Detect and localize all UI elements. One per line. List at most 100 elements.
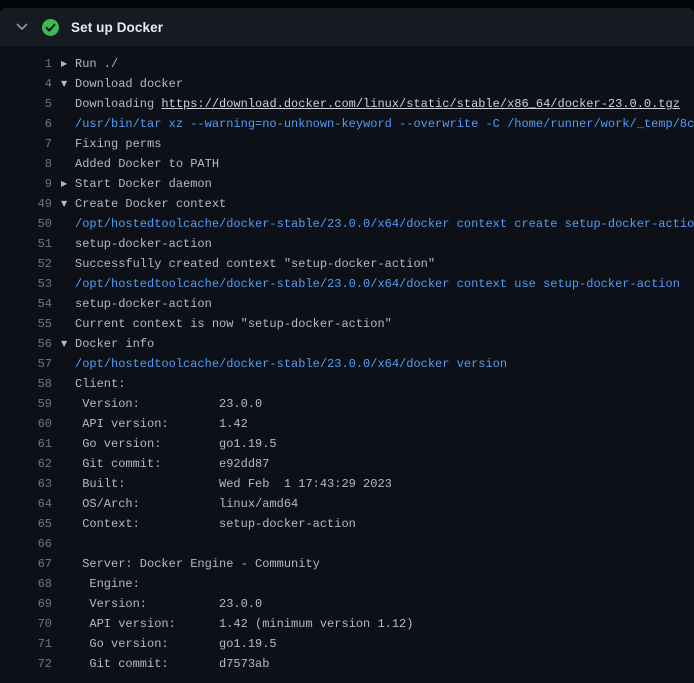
line-number-link[interactable]: 52 (0, 254, 52, 274)
arrow-spacer (61, 414, 75, 434)
chevron-down-icon[interactable]: ▼ (61, 194, 75, 214)
line-number-link[interactable]: 68 (0, 574, 52, 594)
line-number-link[interactable]: 62 (0, 454, 52, 474)
log-line: 60 API version: 1.42 (0, 414, 694, 434)
line-number-link[interactable]: 59 (0, 394, 52, 414)
log-text-segment: Run ./ (75, 57, 118, 71)
line-number-link[interactable]: 60 (0, 414, 52, 434)
log-command-text: /opt/hostedtoolcache/docker-stable/23.0.… (75, 217, 694, 231)
log-text: setup-docker-action (75, 294, 694, 314)
arrow-spacer (61, 514, 75, 534)
log-text-segment: Added Docker to PATH (75, 157, 219, 171)
log-line: 7Fixing perms (0, 134, 694, 154)
log-text: /usr/bin/tar xz --warning=no-unknown-key… (75, 114, 694, 134)
log-line: 70 API version: 1.42 (minimum version 1.… (0, 614, 694, 634)
line-number-link[interactable]: 58 (0, 374, 52, 394)
log-group-line[interactable]: 56 ▼Docker info (0, 334, 694, 354)
log-group-line[interactable]: 9 ▶Start Docker daemon (0, 174, 694, 194)
line-number-link[interactable]: 7 (0, 134, 52, 154)
arrow-spacer (61, 254, 75, 274)
log-area: 1▶Run ./4▼Download docker5Downloading ht… (0, 46, 694, 683)
log-line: 67 Server: Docker Engine - Community (0, 554, 694, 574)
arrow-spacer (61, 654, 75, 674)
success-check-icon (42, 19, 59, 36)
line-number-link[interactable]: 54 (0, 294, 52, 314)
line-number-link[interactable]: 69 (0, 594, 52, 614)
line-number-link[interactable]: 49 (0, 194, 52, 214)
log-line: 54 setup-docker-action (0, 294, 694, 314)
log-text-segment: Version: 23.0.0 (75, 597, 262, 611)
log-text: Go version: go1.19.5 (75, 434, 694, 454)
chevron-down-icon[interactable]: ▼ (61, 334, 75, 354)
log-line: 64 OS/Arch: linux/amd64 (0, 494, 694, 514)
line-number-link[interactable]: 71 (0, 634, 52, 654)
log-link[interactable]: https://download.docker.com/linux/static… (161, 97, 679, 111)
arrow-spacer (61, 474, 75, 494)
log-group-line[interactable]: 4▼Download docker (0, 74, 694, 94)
chevron-down-icon[interactable]: ▼ (61, 74, 75, 94)
log-line: 8 Added Docker to PATH (0, 154, 694, 174)
line-number-link[interactable]: 63 (0, 474, 52, 494)
arrow-spacer (61, 274, 75, 294)
line-number-link[interactable]: 6 (0, 114, 52, 134)
arrow-spacer (61, 314, 75, 334)
log-line: 72 Git commit: d7573ab (0, 654, 694, 674)
log-text-segment: Engine: (75, 577, 140, 591)
log-text: Create Docker context (75, 194, 694, 214)
log-text: OS/Arch: linux/amd64 (75, 494, 694, 514)
line-number-link[interactable]: 61 (0, 434, 52, 454)
log-text: Downloading https://download.docker.com/… (75, 94, 694, 114)
line-number-link[interactable]: 1 (0, 54, 52, 74)
log-line: 62 Git commit: e92dd87 (0, 454, 694, 474)
chevron-right-icon[interactable]: ▶ (61, 174, 75, 194)
arrow-spacer (61, 594, 75, 614)
log-text: Version: 23.0.0 (75, 394, 694, 414)
log-text: Go version: go1.19.5 (75, 634, 694, 654)
line-number-link[interactable]: 51 (0, 234, 52, 254)
chevron-down-icon[interactable] (14, 19, 30, 35)
log-text: Docker info (75, 334, 694, 354)
line-number-link[interactable]: 53 (0, 274, 52, 294)
log-text-segment: OS/Arch: linux/amd64 (75, 497, 298, 511)
log-text: Git commit: d7573ab (75, 654, 694, 674)
step-header[interactable]: Set up Docker (0, 8, 694, 46)
line-number-link[interactable]: 66 (0, 534, 52, 554)
log-text: Current context is now "setup-docker-act… (75, 314, 694, 334)
line-number-link[interactable]: 5 (0, 94, 52, 114)
line-number-link[interactable]: 50 (0, 214, 52, 234)
log-text: Version: 23.0.0 (75, 594, 694, 614)
arrow-spacer (61, 374, 75, 394)
line-number-link[interactable]: 57 (0, 354, 52, 374)
log-text (75, 534, 694, 554)
log-text-segment: Downloading (75, 97, 161, 111)
arrow-spacer (61, 614, 75, 634)
log-text-segment: API version: 1.42 (75, 417, 248, 431)
line-number-link[interactable]: 64 (0, 494, 52, 514)
log-text-segment: Start Docker daemon (75, 177, 212, 191)
log-line: 61 Go version: go1.19.5 (0, 434, 694, 454)
arrow-spacer (61, 294, 75, 314)
log-group-line[interactable]: 1 ▶Run ./ (0, 54, 694, 74)
log-line: 59 Version: 23.0.0 (0, 394, 694, 414)
line-number-link[interactable]: 8 (0, 154, 52, 174)
line-number-link[interactable]: 9 (0, 174, 52, 194)
line-number-link[interactable]: 4 (0, 74, 52, 94)
log-text: Start Docker daemon (75, 174, 694, 194)
log-text-segment: API version: 1.42 (minimum version 1.12) (75, 617, 413, 631)
arrow-spacer (61, 154, 75, 174)
log-line: 68 Engine: (0, 574, 694, 594)
line-number-link[interactable]: 56 (0, 334, 52, 354)
chevron-right-icon[interactable]: ▶ (61, 54, 75, 74)
log-text: Successfully created context "setup-dock… (75, 254, 694, 274)
log-text-segment: Docker info (75, 337, 154, 351)
log-text-segment: Git commit: d7573ab (75, 657, 269, 671)
arrow-spacer (61, 214, 75, 234)
log-text-segment: Go version: go1.19.5 (75, 637, 277, 651)
log-group-line[interactable]: 49 ▼Create Docker context (0, 194, 694, 214)
line-number-link[interactable]: 55 (0, 314, 52, 334)
line-number-link[interactable]: 65 (0, 514, 52, 534)
line-number-link[interactable]: 72 (0, 654, 52, 674)
line-number-link[interactable]: 67 (0, 554, 52, 574)
line-number-link[interactable]: 70 (0, 614, 52, 634)
log-text-segment: Context: setup-docker-action (75, 517, 356, 531)
